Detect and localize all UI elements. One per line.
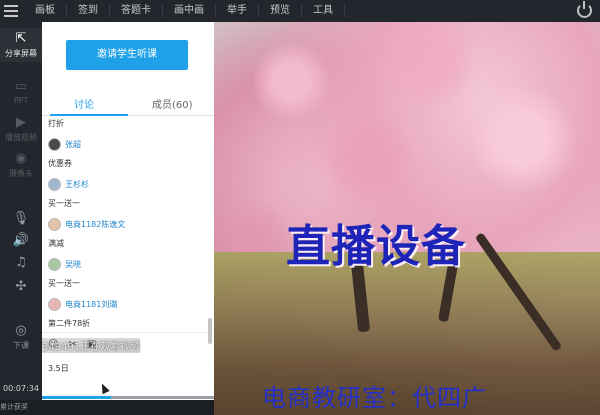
end-class-icon: ◎ [15,323,27,338]
message-text: 打折 [48,119,64,128]
message-author[interactable]: 电商1182陈逸文 [48,218,125,231]
status-footer [0,400,214,415]
message-input[interactable]: 3.5日 [48,363,69,374]
message-author[interactable]: 电商1181刘璐 [48,298,117,311]
panel-tabs: 讨论 成员(60) [42,92,214,116]
video-caption: 电商教研室：代四广 [262,384,487,412]
ppt-icon: ▭ [14,79,28,94]
author-name: 电商1182陈逸文 [65,220,126,229]
camera-button[interactable]: ◉ 摄像头 [0,152,42,179]
message-author[interactable]: 王杉杉 [48,178,89,191]
play-video-label: 播放视频 [5,133,37,142]
author-name: 吴晓 [65,260,81,269]
left-rail: ⇱ 分享屏幕 ▭ PPT ▶ 播放视频 ◉ 摄像头 🎙 🔊 ♫ ✣ ◎ 下课 0… [0,22,42,415]
share-screen-label: 分享屏幕 [5,49,37,58]
message-text: 满减 [48,239,64,248]
mouse-cursor-icon [98,381,110,395]
feed-scrollbar[interactable] [208,318,212,344]
watching-notice: 349491正在观看视频 [42,338,141,353]
ppt-label: PPT [13,96,29,105]
ppt-button[interactable]: ▭ PPT [0,79,42,106]
author-name: 王杉杉 [65,180,89,189]
end-class-label: 下课 [13,341,29,350]
video-headline: 直播设备 [286,221,466,272]
toolbar-whiteboard[interactable]: 画板 [24,5,67,17]
elapsed-time: 00:07:34 [3,384,39,393]
message-author[interactable]: 吴晓 [48,258,81,271]
microphone-icon: 🎙 [12,211,30,226]
active-tab-indicator [50,114,128,116]
avatar [48,178,61,191]
message-text: 买一送一 [48,199,80,208]
end-class-button[interactable]: ◎ 下课 [0,324,42,351]
author-name: 电商1181刘璐 [65,300,118,309]
expand-icon: ✣ [15,279,27,294]
video-icon: ▶ [16,115,26,130]
message-text: 第二件78折 [48,319,91,328]
top-toolbar: 画板 签到 答题卡 画中画 举手 预览 工具 [0,0,600,22]
toolbar-preview[interactable]: 预览 [259,5,302,17]
play-video-button[interactable]: ▶ 播放视频 [0,116,42,143]
menu-icon[interactable] [4,5,18,17]
fullscreen-button[interactable]: ✣ [0,280,42,296]
speaker-button[interactable]: 🔊 [0,234,42,250]
toolbar-picture-in-picture[interactable]: 画中画 [163,5,216,17]
share-screen-button[interactable]: ⇱ 分享屏幕 [0,28,42,62]
tab-members[interactable]: 成员(60) [152,96,193,111]
toolbar-checkin[interactable]: 签到 [67,5,110,17]
music-button[interactable]: ♫ [0,256,42,272]
music-icon: ♫ [15,255,27,270]
camera-label: 摄像头 [9,169,33,178]
avatar [48,138,61,151]
progress-fill [42,396,111,399]
invite-students-button[interactable]: 邀请学生听课 [66,40,188,70]
share-screen-icon: ⇱ [15,31,27,46]
avatar [48,218,61,231]
author-name: 张超 [65,140,81,149]
avatar [48,298,61,311]
speaker-icon: 🔊 [12,233,30,248]
camera-icon: ◉ [15,151,27,166]
message-text: 优惠券 [48,159,72,168]
message-author[interactable]: 张超 [48,138,81,151]
avatar [48,258,61,271]
power-icon[interactable] [577,1,592,18]
video-stream: 直播设备 电商教研室：代四广 [214,22,600,415]
message-text: 买一送一 [48,279,80,288]
toolbar-tools[interactable]: 工具 [302,5,345,17]
discussion-feed[interactable]: 打折 张超 优惠券 王杉杉 买一送一 电商1182陈逸文 满减 吴晓 买一送一 … [42,118,214,350]
live-label: 累计获奖 [0,403,28,411]
tab-discussion[interactable]: 讨论 [74,96,94,111]
microphone-button[interactable]: 🎙 [0,212,42,228]
toolbar-raise-hand[interactable]: 举手 [216,5,259,17]
toolbar-answer-card[interactable]: 答题卡 [110,5,163,17]
stream-progress-bar [42,396,214,399]
